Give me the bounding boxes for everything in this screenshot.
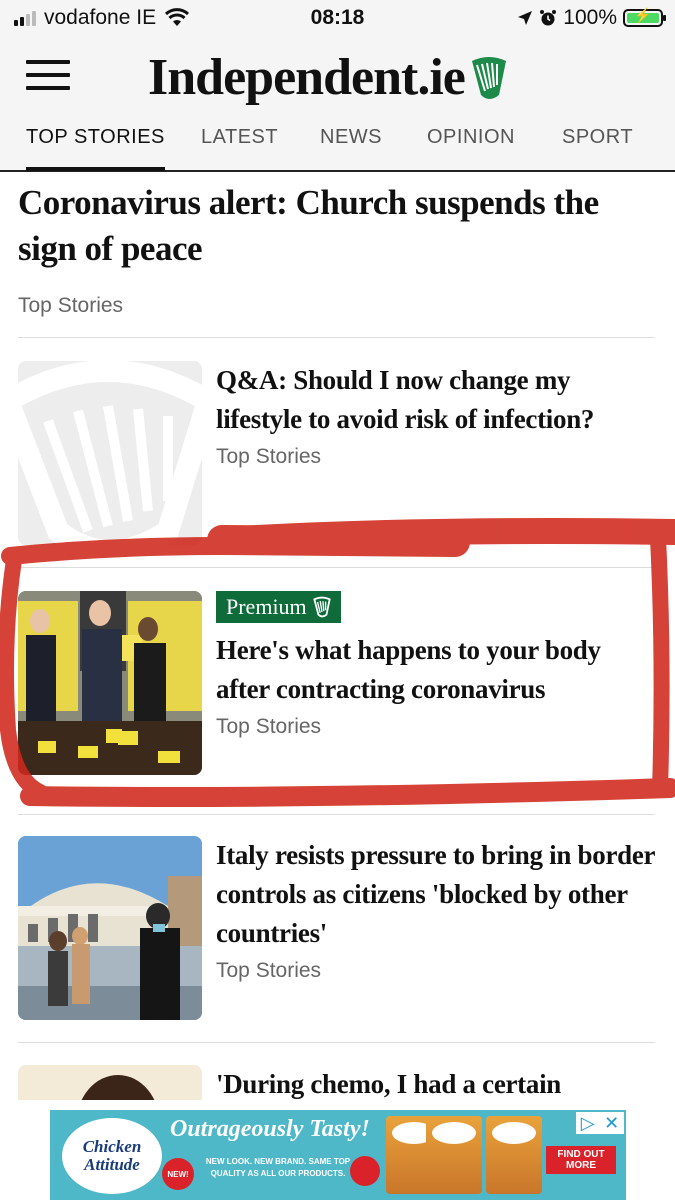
ad-slogan: Outrageously Tasty! [170, 1116, 370, 1142]
menu-icon[interactable] [26, 60, 70, 90]
tab-opinion[interactable]: OPINION [427, 126, 515, 149]
story-category: Top Stories [216, 959, 322, 982]
ad-product-pack [486, 1116, 542, 1194]
adchoices-icon[interactable]: ▷ [581, 1113, 595, 1134]
location-arrow-icon [518, 11, 533, 25]
story-category: Top Stories [216, 445, 322, 468]
tab-top-stories[interactable]: TOP STORIES [26, 126, 165, 171]
list-item[interactable]: 'During chemo, I had a certain [18, 1065, 658, 1100]
harp-icon [312, 596, 331, 618]
premium-label: Premium [226, 594, 307, 619]
story-text: 'During chemo, I had a certain [216, 1065, 656, 1100]
story-headline[interactable]: Q&A: Should I now change my lifestyle to… [216, 361, 656, 439]
list-item[interactable]: Premium Here's what happens to your body… [18, 591, 658, 775]
close-icon[interactable]: ✕ [604, 1113, 619, 1134]
tab-news[interactable]: NEWS [320, 126, 382, 149]
lead-story[interactable]: Coronavirus alert: Church suspends the s… [18, 180, 648, 318]
site-logo[interactable]: Independent.ie [148, 48, 509, 107]
venice-bridge-thumbnail [18, 836, 202, 1020]
ad-product-pack [426, 1116, 482, 1194]
alarm-icon [540, 10, 557, 26]
section-tabs: TOP STORIES LATEST NEWS OPINION SPORT [0, 126, 675, 171]
story-headline[interactable]: Italy resists pressure to bring in borde… [216, 836, 656, 953]
ad-cta-button[interactable]: FIND OUT MORE [546, 1146, 616, 1174]
story-text: Q&A: Should I now change my lifestyle to… [216, 361, 656, 469]
battery-percent: 100% [563, 6, 617, 29]
lead-category: Top Stories [18, 294, 124, 317]
status-right: 100% ⚡ [517, 6, 666, 30]
divider [18, 814, 655, 815]
story-category: Top Stories [216, 715, 322, 738]
story-headline[interactable]: Here's what happens to your body after c… [216, 631, 656, 709]
premium-badge: Premium [216, 591, 341, 623]
ad-seal-icon [350, 1156, 380, 1186]
article-feed: Coronavirus alert: Church suspends the s… [0, 172, 675, 1100]
app-header: Independent.ie TOP STORIES LATEST NEWS O… [0, 38, 675, 172]
lead-headline[interactable]: Coronavirus alert: Church suspends the s… [18, 180, 648, 272]
logo-text: Independent.ie [148, 49, 466, 106]
status-bar: vodafone IE 08:18 100% ⚡ [0, 0, 675, 38]
ad-small-print: NEW LOOK. NEW BRAND. SAME TOP QUALITY AS… [205, 1157, 351, 1178]
ad-choices[interactable]: ▷ ✕ [576, 1112, 624, 1134]
story-headline[interactable]: 'During chemo, I had a certain [216, 1065, 656, 1100]
press-conference-thumbnail [18, 591, 202, 775]
story-text: Italy resists pressure to bring in borde… [216, 836, 656, 983]
battery-icon: ⚡ [623, 7, 666, 27]
ad-new-badge: NEW! [162, 1158, 194, 1190]
story-text: Premium Here's what happens to your body… [216, 591, 656, 739]
tab-sport[interactable]: SPORT [562, 126, 633, 149]
ad-banner[interactable]: Chicken Attitude Outrageously Tasty! NEW… [50, 1110, 626, 1200]
harp-icon [471, 56, 506, 99]
portrait-thumbnail [18, 1065, 202, 1100]
list-item[interactable]: Italy resists pressure to bring in borde… [18, 836, 658, 1020]
harp-placeholder-thumbnail [18, 361, 202, 545]
divider [18, 567, 655, 568]
list-item[interactable]: Q&A: Should I now change my lifestyle to… [18, 361, 658, 545]
ad-brand: Chicken Attitude [82, 1137, 142, 1174]
divider [18, 337, 655, 338]
divider [18, 1042, 655, 1043]
ad-brand-logo: Chicken Attitude [62, 1118, 162, 1194]
tab-latest[interactable]: LATEST [201, 126, 278, 149]
harp-icon [18, 361, 202, 545]
